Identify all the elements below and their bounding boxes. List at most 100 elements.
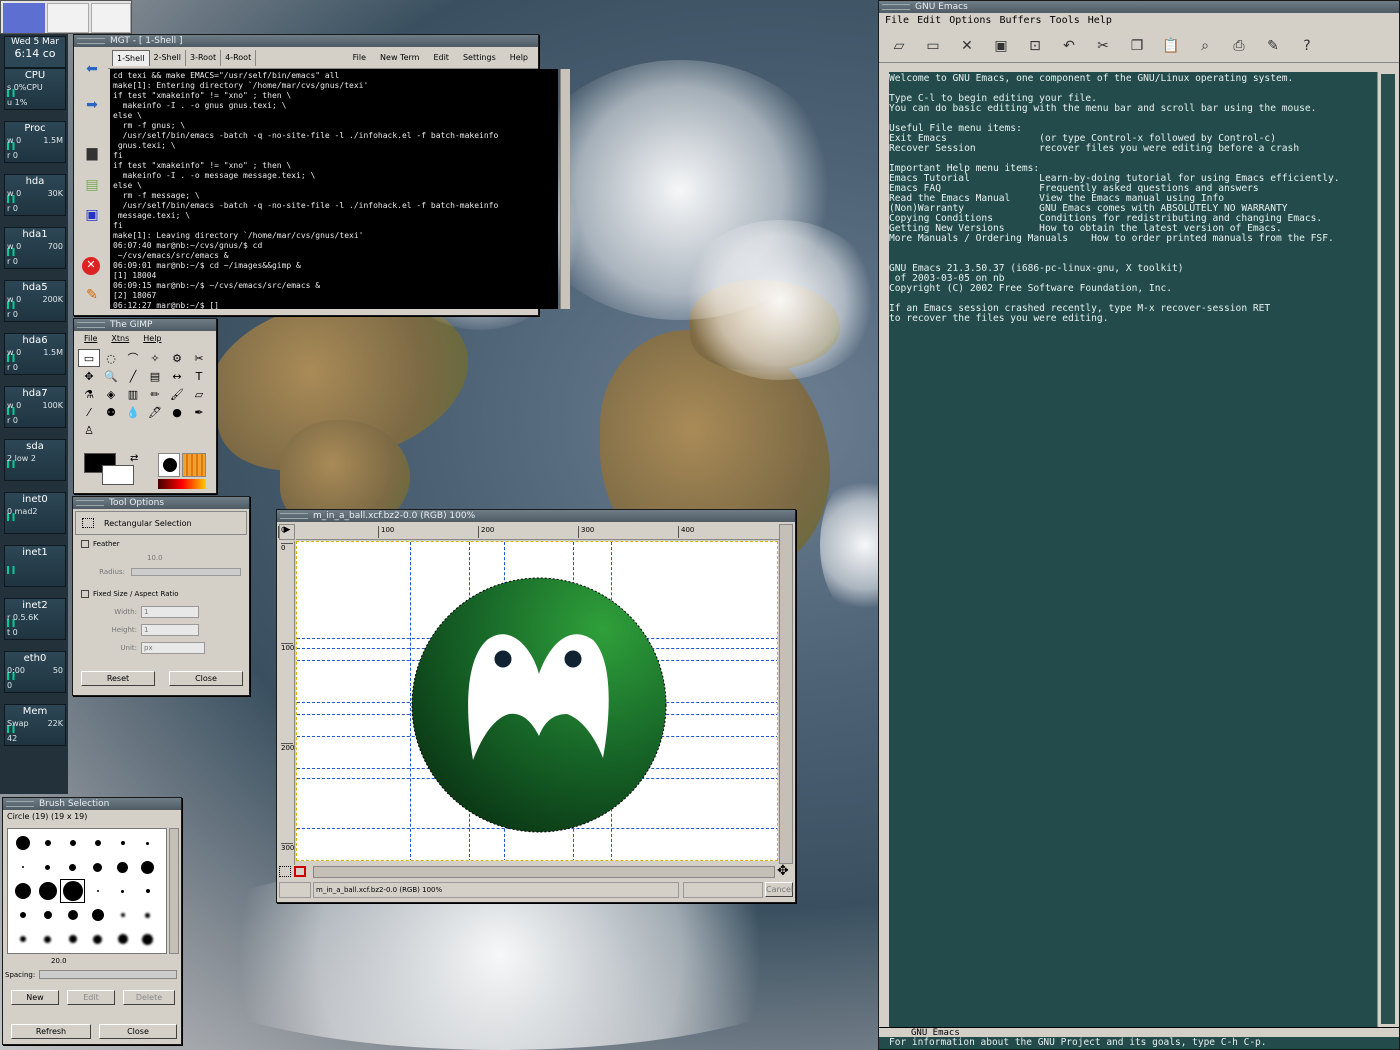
gimp-tool-0-icon[interactable]: ▭ <box>78 349 100 367</box>
brush-cell[interactable] <box>10 927 35 951</box>
brush-indicator[interactable] <box>158 453 180 477</box>
edit-brush-button[interactable]: Edit <box>67 990 115 1005</box>
brush-cell[interactable] <box>110 855 135 879</box>
tab-1-shell[interactable]: 1-Shell <box>112 49 150 66</box>
brush-cell[interactable] <box>60 855 85 879</box>
image-vscrollbar[interactable] <box>779 524 793 864</box>
brush-cell[interactable] <box>35 903 60 927</box>
emacs-scrollbar[interactable] <box>1377 72 1397 1027</box>
print-icon[interactable]: ⎙ <box>1227 34 1251 58</box>
brush-cell[interactable] <box>10 831 35 855</box>
pager-desk-1[interactable] <box>3 3 45 33</box>
brush-cell[interactable] <box>85 927 110 951</box>
brush-cell[interactable] <box>135 927 160 951</box>
brush-cell[interactable] <box>110 831 135 855</box>
tool-options-window[interactable]: Tool Options Rectangular Selection Feath… <box>72 496 250 696</box>
gimp-tool-20-icon[interactable]: 💧 <box>122 403 144 421</box>
terminal-menu-settings[interactable]: Settings <box>463 53 496 62</box>
brush-cell[interactable] <box>60 927 85 951</box>
gimp-tool-17-icon[interactable]: ▱ <box>188 385 210 403</box>
gimp-tool-22-icon[interactable]: ● <box>166 403 188 421</box>
brush-cell[interactable] <box>35 927 60 951</box>
brush-cell[interactable] <box>135 855 160 879</box>
gimp-toolbox-titlebar[interactable]: The GIMP <box>74 319 216 331</box>
color-swatches[interactable]: ⇄ <box>84 453 140 489</box>
swap-colors-icon[interactable]: ⇄ <box>130 453 138 464</box>
quickmask-toggle[interactable] <box>279 866 311 878</box>
brush-cell[interactable] <box>110 927 135 951</box>
search-icon[interactable]: ⌕ <box>1193 34 1217 58</box>
terminal-menu-edit[interactable]: Edit <box>433 53 449 62</box>
save-icon[interactable]: ▣ <box>989 34 1013 58</box>
brush-cell[interactable] <box>110 879 135 903</box>
emacs-menu-file[interactable]: File <box>885 15 909 26</box>
gimp-tool-18-icon[interactable]: ⁄ <box>78 403 100 421</box>
gimp-tool-5-icon[interactable]: ✂ <box>188 349 210 367</box>
undo-icon[interactable]: ↶ <box>1057 34 1081 58</box>
pager-desk-2[interactable] <box>47 3 89 33</box>
unit-select[interactable]: px <box>141 642 205 654</box>
emacs-menu-options[interactable]: Options <box>949 15 991 26</box>
image-titlebar[interactable]: m_in_a_ball.xcf.bz2-0.0 (RGB) 100% <box>277 510 795 522</box>
terminal-scrollbar[interactable] <box>560 69 570 309</box>
brush-scrollbar[interactable] <box>169 828 179 954</box>
image-hscrollbar[interactable] <box>313 866 775 878</box>
tab-4-root[interactable]: 4-Root <box>221 49 257 66</box>
emacs-menu-edit[interactable]: Edit <box>917 15 941 26</box>
radius-slider[interactable] <box>131 568 241 576</box>
dock-monitor-hda7[interactable]: hda7 w 0 100K r 0 <box>4 386 66 428</box>
gimp-tool-23-icon[interactable]: ✒ <box>188 403 210 421</box>
horizontal-ruler[interactable]: 0 100 200 300 400 <box>278 524 780 540</box>
gimp-tool-6-icon[interactable]: ✥ <box>78 367 100 385</box>
gimp-tool-4-icon[interactable]: ⚙ <box>166 349 188 367</box>
qmask-off-icon[interactable] <box>279 866 291 877</box>
brush-cell[interactable] <box>135 903 160 927</box>
gimp-menu-xtns[interactable]: Xtns <box>111 331 129 347</box>
screen-icon[interactable]: ▣ <box>82 207 102 223</box>
gimp-tool-2-icon[interactable]: ⌒ <box>122 349 144 367</box>
new-file-icon[interactable]: ▱ <box>887 34 911 58</box>
close-session-icon[interactable]: ✕ <box>82 257 100 275</box>
gimp-image-window[interactable]: m_in_a_ball.xcf.bz2-0.0 (RGB) 100% ▶ 0 10… <box>276 509 796 903</box>
gimp-menu-file[interactable]: File <box>84 331 97 347</box>
gimp-tool-19-icon[interactable]: ⚉ <box>100 403 122 421</box>
brush-titlebar[interactable]: Brush Selection <box>3 798 181 810</box>
brush-cell[interactable] <box>85 879 110 903</box>
tool-options-titlebar[interactable]: Tool Options <box>73 497 249 509</box>
brush-cell[interactable] <box>60 879 85 903</box>
gradient-indicator[interactable] <box>158 479 206 489</box>
dock-monitor-eth0[interactable]: eth0 0:00 50 0 <box>4 651 66 693</box>
gimp-tool-8-icon[interactable]: ╱ <box>122 367 144 385</box>
save-as-icon[interactable]: ⊡ <box>1023 34 1047 58</box>
emacs-scroll-thumb[interactable] <box>1381 74 1395 1024</box>
cut-icon[interactable]: ✂ <box>1091 34 1115 58</box>
dock-monitor-mem[interactable]: Mem Swap 22K 42 <box>4 704 66 746</box>
brush-cell[interactable] <box>10 855 35 879</box>
brush-cell[interactable] <box>60 903 85 927</box>
gimp-tool-10-icon[interactable]: ↔ <box>166 367 188 385</box>
brush-cell[interactable] <box>10 879 35 903</box>
emacs-menu-help[interactable]: Help <box>1088 15 1112 26</box>
emacs-titlebar[interactable]: GNU Emacs <box>879 1 1399 13</box>
help-icon[interactable]: ? <box>1295 34 1319 58</box>
navigate-icon[interactable]: ✥ <box>777 863 789 879</box>
close-icon[interactable]: ✕ <box>955 34 979 58</box>
customize-icon[interactable]: ✎ <box>1261 34 1285 58</box>
monitor-icon[interactable]: ▆ <box>82 145 102 161</box>
brush-cell[interactable] <box>85 903 110 927</box>
spacing-slider[interactable] <box>39 970 177 979</box>
qmask-on-icon[interactable] <box>293 866 306 877</box>
brush-cell[interactable] <box>85 855 110 879</box>
image-cancel-button[interactable]: Cancel <box>765 882 793 897</box>
dock-monitor-proc[interactable]: Proc w 0 1.5M r 0 <box>4 121 66 163</box>
height-field[interactable]: 1 <box>141 624 199 636</box>
brush-cell[interactable] <box>10 903 35 927</box>
brush-cell[interactable] <box>135 879 160 903</box>
terminal-window[interactable]: MGT - [ 1-Shell ] 1-Shell 2-Shell 3-Root… <box>73 34 570 316</box>
gimp-menu-help[interactable]: Help <box>143 331 161 347</box>
terminal-menu-new-term[interactable]: New Term <box>380 53 419 62</box>
dock-monitor-inet1[interactable]: inet1 <box>4 545 66 587</box>
gimp-tool-3-icon[interactable]: ✧ <box>144 349 166 367</box>
copy-icon[interactable]: ❐ <box>1125 34 1149 58</box>
brush-cell[interactable] <box>135 831 160 855</box>
